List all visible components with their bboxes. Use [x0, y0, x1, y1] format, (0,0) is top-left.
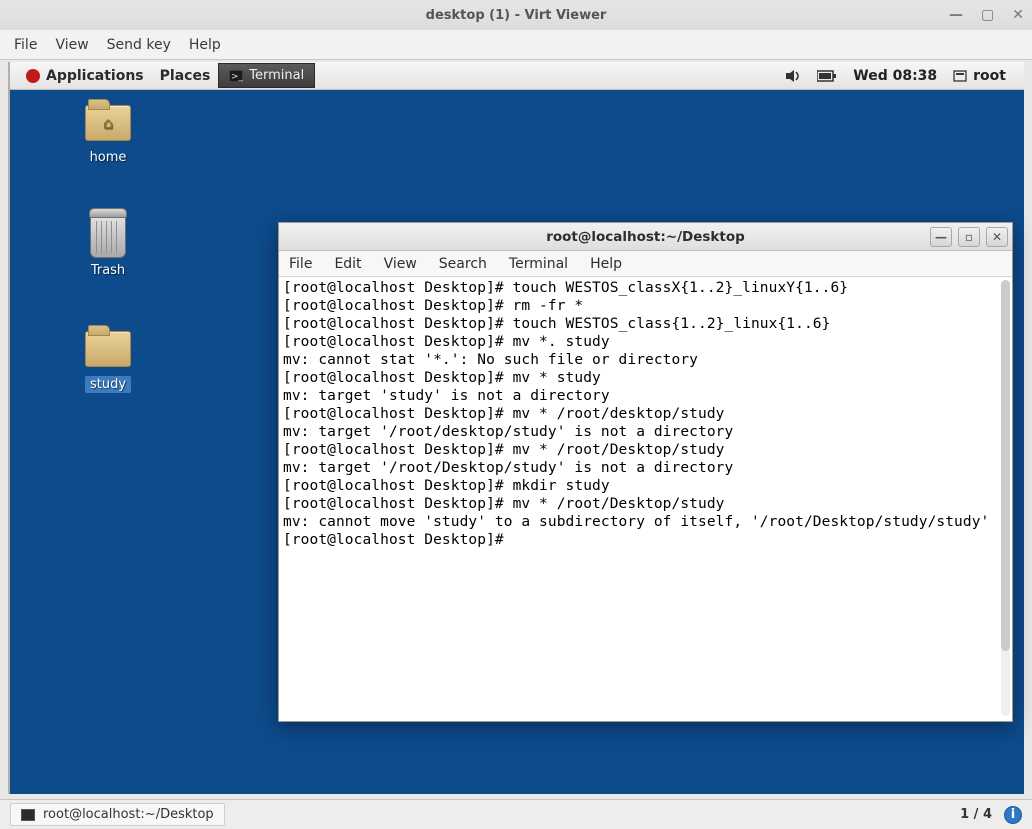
user-menu[interactable]: root	[953, 68, 1006, 84]
terminal-scrollbar-thumb[interactable]	[1001, 280, 1010, 651]
host-minimize-button[interactable]: —	[949, 7, 963, 23]
terminal-window[interactable]: root@localhost:~/Desktop — ▫ ✕ File Edit…	[278, 222, 1013, 722]
terminal-maximize-button[interactable]: ▫	[958, 227, 980, 247]
host-menu-help[interactable]: Help	[189, 37, 221, 53]
guest-screen: Applications Places >_ Terminal Wed 08:3…	[8, 62, 1024, 794]
battery-icon	[817, 70, 837, 82]
terminal-titlebar[interactable]: root@localhost:~/Desktop — ▫ ✕	[279, 223, 1012, 251]
terminal-icon	[21, 809, 35, 821]
terminal-content[interactable]: [root@localhost Desktop]# touch WESTOS_c…	[279, 277, 1012, 721]
host-task-label: root@localhost:~/Desktop	[43, 807, 214, 822]
volume-icon	[785, 69, 801, 83]
applications-menu[interactable]: Applications	[18, 68, 152, 84]
user-label: root	[973, 68, 1006, 84]
gnome-top-panel: Applications Places >_ Terminal Wed 08:3…	[10, 62, 1024, 90]
svg-text:>_: >_	[231, 72, 243, 82]
host-menu-sendkey[interactable]: Send key	[107, 37, 171, 53]
desktop-icon-home[interactable]: ⌂ home	[68, 102, 148, 165]
info-icon[interactable]: i	[1004, 806, 1022, 824]
fedora-icon	[26, 69, 40, 83]
host-window-title: desktop (1) - Virt Viewer	[426, 8, 607, 23]
terminal-menu-view[interactable]: View	[384, 256, 417, 272]
host-menu-file[interactable]: File	[14, 37, 37, 53]
host-window-titlebar: desktop (1) - Virt Viewer — ▢ ✕	[0, 0, 1032, 30]
terminal-menu-terminal[interactable]: Terminal	[509, 256, 568, 272]
clock[interactable]: Wed 08:38	[853, 68, 937, 84]
terminal-menu-edit[interactable]: Edit	[334, 256, 361, 272]
clock-label: Wed 08:38	[853, 68, 937, 84]
desktop-icon-home-label: home	[90, 150, 127, 165]
taskbar-terminal-button[interactable]: >_ Terminal	[218, 63, 315, 88]
desktop-icon-trash-label: Trash	[91, 263, 125, 278]
terminal-menu-help[interactable]: Help	[590, 256, 622, 272]
terminal-menu-search[interactable]: Search	[439, 256, 487, 272]
terminal-icon: >_	[229, 70, 243, 82]
taskbar-terminal-label: Terminal	[249, 68, 304, 83]
applications-label: Applications	[46, 68, 144, 84]
places-label: Places	[160, 68, 211, 84]
terminal-minimize-button[interactable]: —	[930, 227, 952, 247]
home-icon: ⌂	[103, 114, 113, 133]
folder-icon	[85, 331, 131, 367]
host-menu-view[interactable]: View	[55, 37, 88, 53]
terminal-menubar: File Edit View Search Terminal Help	[279, 251, 1012, 277]
desktop-icon-study[interactable]: study	[68, 328, 148, 393]
desktop-icons: ⌂ home Trash study	[68, 102, 148, 393]
user-icon	[953, 69, 967, 83]
battery-indicator[interactable]	[817, 70, 837, 82]
host-task-terminal[interactable]: root@localhost:~/Desktop	[10, 803, 225, 826]
desktop-icon-trash[interactable]: Trash	[68, 215, 148, 278]
trash-icon	[90, 214, 126, 258]
workspace-pager[interactable]: 1 / 4	[960, 807, 992, 822]
host-maximize-button[interactable]: ▢	[981, 7, 994, 23]
terminal-menu-file[interactable]: File	[289, 256, 312, 272]
terminal-close-button[interactable]: ✕	[986, 227, 1008, 247]
terminal-title: root@localhost:~/Desktop	[546, 229, 745, 245]
terminal-scrollbar[interactable]	[1001, 280, 1010, 716]
host-close-button[interactable]: ✕	[1012, 7, 1024, 23]
host-taskbar: root@localhost:~/Desktop 1 / 4 i	[0, 799, 1032, 829]
places-menu[interactable]: Places	[152, 68, 219, 84]
desktop-icon-study-label: study	[85, 376, 131, 393]
host-menubar: File View Send key Help	[0, 30, 1032, 60]
volume-indicator[interactable]	[785, 69, 801, 83]
